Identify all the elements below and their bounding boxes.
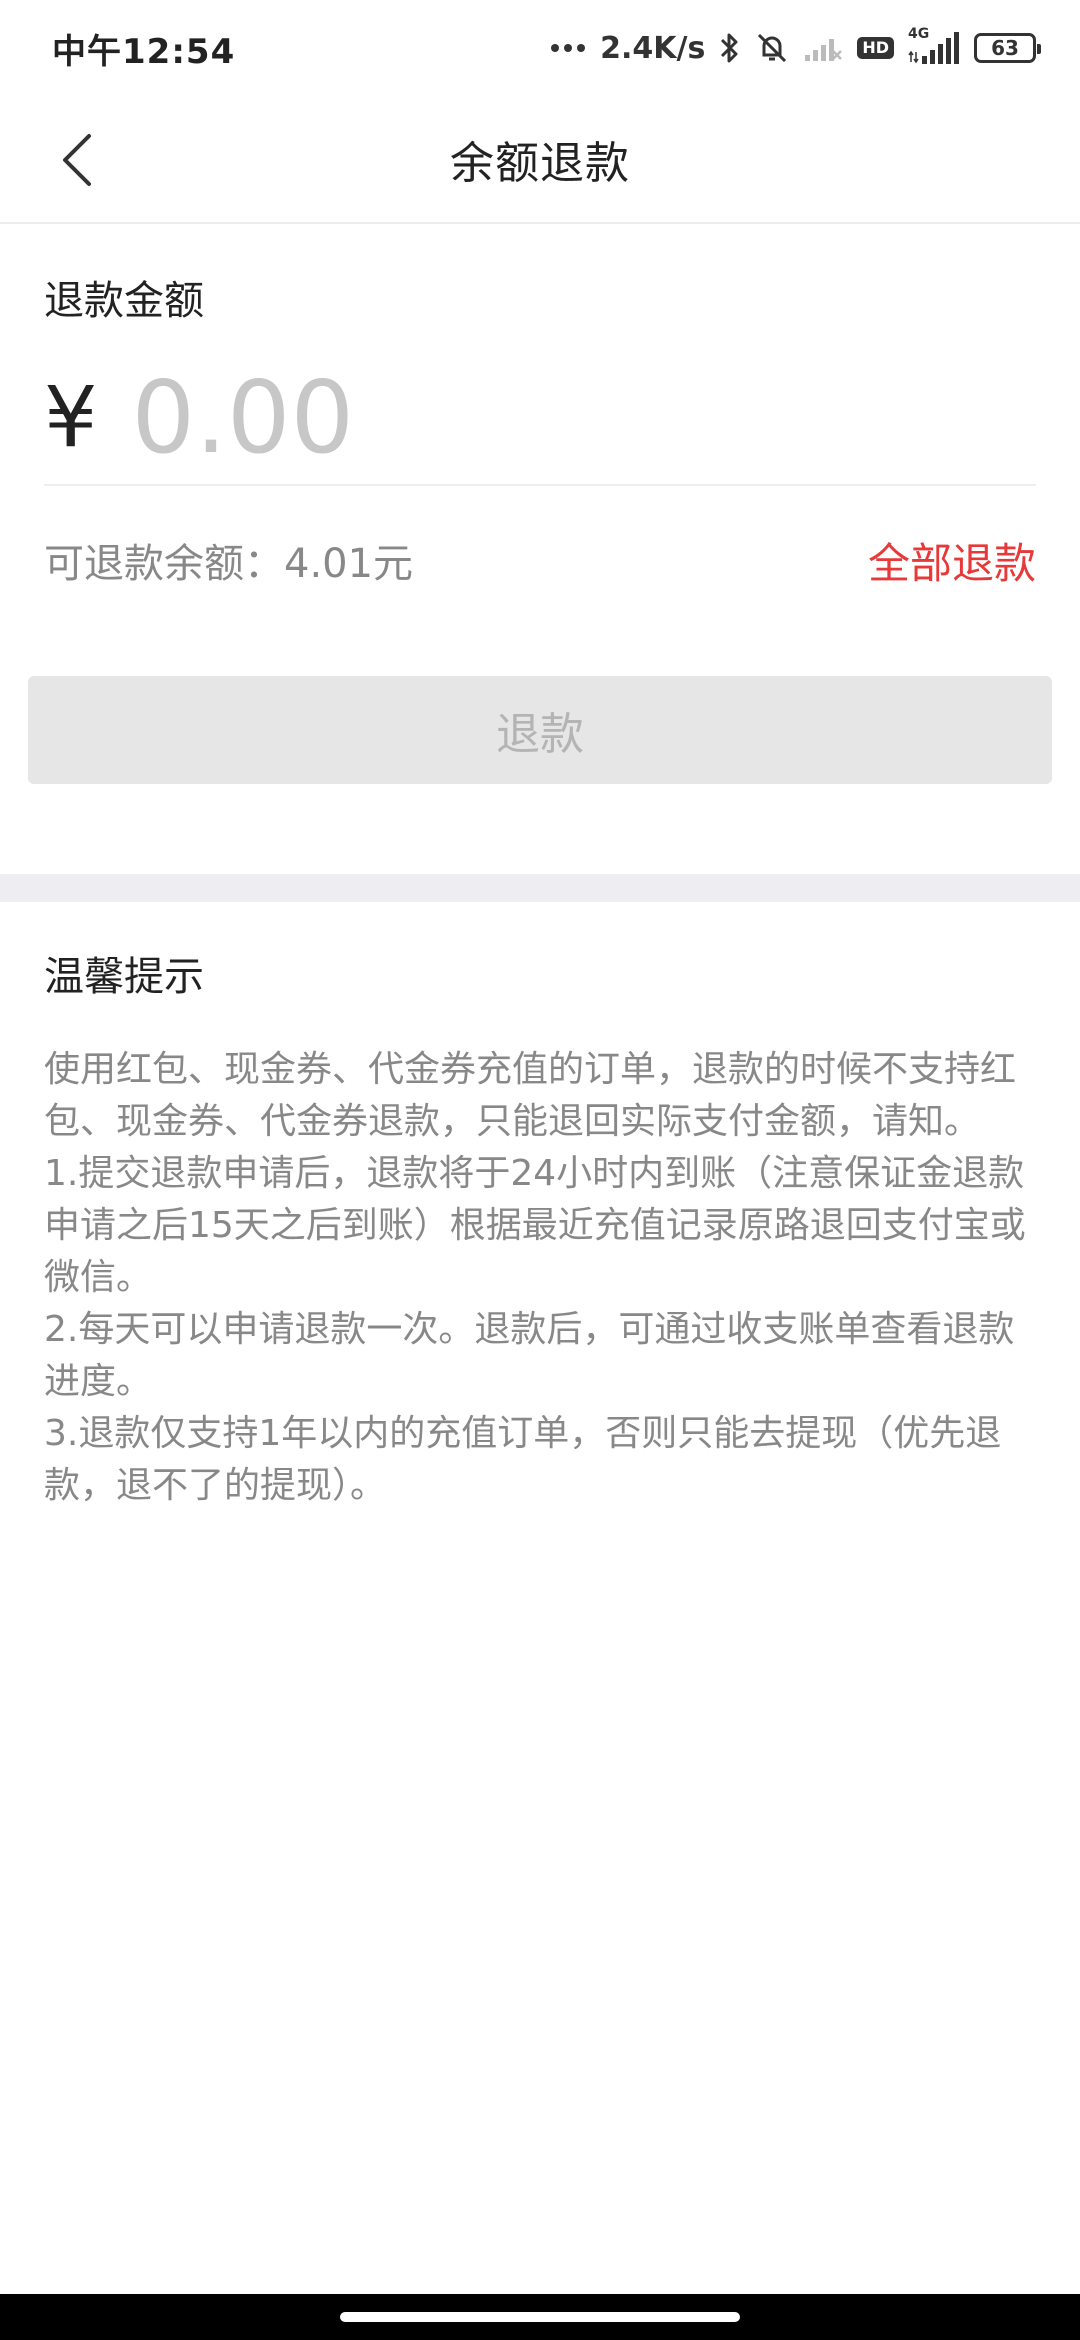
tip-paragraph: 3.退款仅支持1年以内的充值订单，否则只能去提现（优先退款，退不了的提现）。	[44, 1413, 1002, 1506]
back-button[interactable]	[44, 126, 108, 194]
system-nav-bar	[0, 2294, 1080, 2340]
mute-bell-icon	[755, 31, 789, 65]
amount-input-row: ¥	[44, 350, 1036, 486]
status-time: 中午12:54	[52, 31, 236, 72]
signal-4g-label: 4G	[908, 26, 930, 42]
status-bar: 中午12:54 2.4K/s HD 4G 63	[0, 0, 1080, 96]
battery-level: 63	[991, 36, 1019, 60]
tip-paragraph: 使用红包、现金券、代金券充值的订单，退款的时候不支持红包、现金券、代金券退款，只…	[44, 1049, 1017, 1142]
currency-symbol: ¥	[44, 368, 98, 466]
tips-body: 使用红包、现金券、代金券充值的订单，退款的时候不支持红包、现金券、代金券退款，只…	[44, 1044, 1040, 1512]
tips-title: 温馨提示	[44, 954, 204, 1000]
header-bar: 余额退款	[0, 96, 1080, 224]
refund-page: 中午12:54 2.4K/s HD 4G 63 余额退款 退款金额 ¥ 0.00…	[0, 0, 1080, 2340]
signal-weak-icon	[803, 33, 843, 63]
battery-icon: 63	[974, 33, 1041, 63]
tip-paragraph: 2.每天可以申请退款一次。退款后，可通过收支账单查看退款进度。	[44, 1309, 1015, 1402]
status-icons: 2.4K/s HD 4G 63	[550, 26, 1041, 66]
signal-4g-icon: 4G	[908, 26, 960, 66]
refund-amount-label: 退款金额	[44, 278, 204, 324]
hd-icon: HD	[857, 37, 894, 59]
refund-all-link[interactable]: 全部退款	[868, 530, 1036, 591]
available-balance-text: 可退款余额：4.01元	[44, 541, 414, 587]
network-speed: 2.4K/s	[600, 30, 706, 66]
back-chevron-icon	[63, 134, 91, 186]
section-divider	[0, 874, 1080, 902]
home-indicator[interactable]	[340, 2312, 740, 2322]
more-dots-icon	[550, 43, 586, 53]
available-balance-row: 可退款余额：4.01元 全部退款	[44, 528, 1036, 592]
page-title: 余额退款	[450, 138, 630, 189]
bluetooth-icon	[719, 31, 741, 65]
refund-amount-input[interactable]	[131, 357, 932, 477]
refund-button[interactable]: 退款	[28, 676, 1052, 784]
tip-paragraph: 1.提交退款申请后，退款将于24小时内到账（注意保证金退款申请之后15天之后到账…	[44, 1153, 1026, 1298]
